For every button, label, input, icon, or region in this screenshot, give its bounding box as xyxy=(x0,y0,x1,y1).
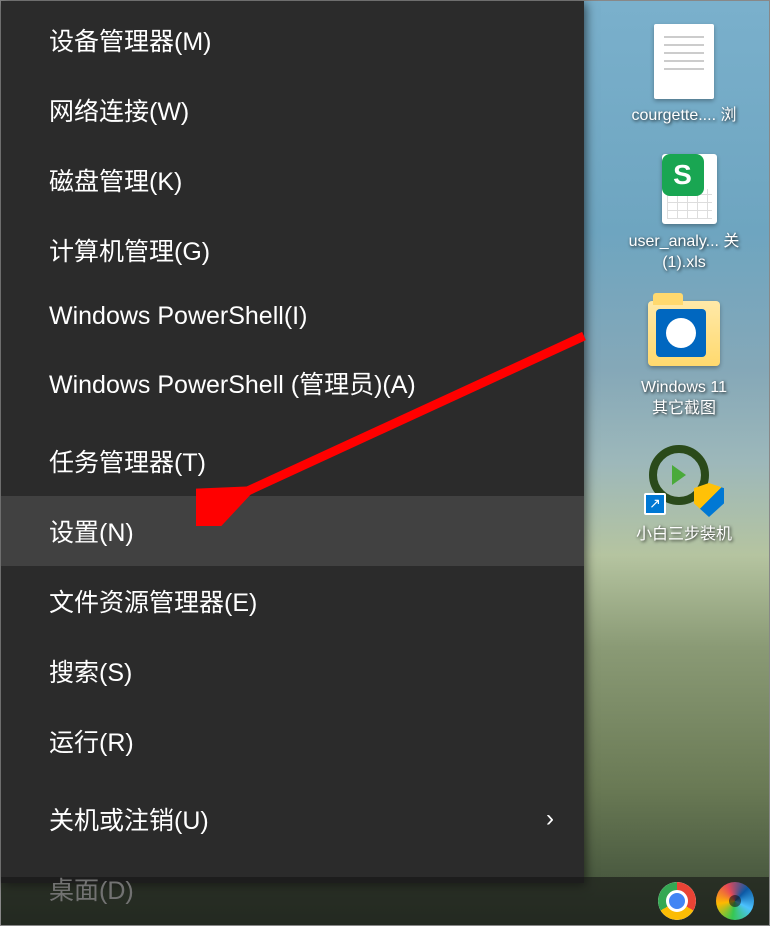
menu-item-label: 计算机管理(G) xyxy=(49,232,210,268)
menu-item-label: Windows PowerShell (管理员)(A) xyxy=(49,365,416,401)
menu-item-task-manager[interactable]: 任务管理器(T) xyxy=(1,426,584,496)
folder-icon xyxy=(648,293,720,373)
menu-item-label: 设置(N) xyxy=(49,513,134,549)
winx-context-menu: 设备管理器(M) 网络连接(W) 磁盘管理(K) 计算机管理(G) Window… xyxy=(1,1,584,883)
taskbar-edge-icon[interactable] xyxy=(716,882,754,920)
menu-item-search[interactable]: 搜索(S) xyxy=(1,636,584,706)
menu-item-label: 运行(R) xyxy=(49,723,134,759)
taskbar-chrome-icon[interactable] xyxy=(658,882,696,920)
menu-item-disk-management[interactable]: 磁盘管理(K) xyxy=(1,145,584,215)
desktop-icons-area: courgette.... 浏 S user_analy... 关 (1).xl… xyxy=(599,21,769,546)
menu-item-label: 网络连接(W) xyxy=(49,92,189,128)
menu-item-shutdown[interactable]: 关机或注销(U) › xyxy=(1,784,584,854)
menu-item-label: 设备管理器(M) xyxy=(49,22,211,58)
menu-item-network-connections[interactable]: 网络连接(W) xyxy=(1,75,584,145)
menu-item-label: 磁盘管理(K) xyxy=(49,162,182,198)
menu-item-settings[interactable]: 设置(N) xyxy=(1,496,584,566)
desktop-icon-xiaobai[interactable]: ↗ 小白三步装机 xyxy=(609,440,759,546)
xiaobai-icon: ↗ xyxy=(648,440,720,520)
menu-item-computer-management[interactable]: 计算机管理(G) xyxy=(1,215,584,285)
menu-item-file-explorer[interactable]: 文件资源管理器(E) xyxy=(1,566,584,636)
menu-item-label: 搜索(S) xyxy=(49,653,132,689)
menu-item-label: 关机或注销(U) xyxy=(49,801,209,837)
file-icon xyxy=(648,21,720,101)
menu-item-powershell-admin[interactable]: Windows PowerShell (管理员)(A) xyxy=(1,348,584,418)
desktop-icon-courgette[interactable]: courgette.... 浏 xyxy=(609,21,759,127)
menu-item-device-manager[interactable]: 设备管理器(M) xyxy=(1,5,584,75)
taskbar xyxy=(1,877,769,925)
menu-item-label: 任务管理器(T) xyxy=(49,443,206,479)
desktop-icon-label: courgette.... 浏 xyxy=(632,106,737,127)
desktop-icon-label: Windows 11 其它截图 xyxy=(641,378,727,420)
desktop-icon-label: user_analy... 关 (1).xls xyxy=(629,232,740,274)
menu-item-run[interactable]: 运行(R) xyxy=(1,706,584,776)
xls-icon: S xyxy=(648,147,720,227)
desktop-icon-user-analy[interactable]: S user_analy... 关 (1).xls xyxy=(609,147,759,274)
chevron-right-icon: › xyxy=(546,805,554,833)
menu-item-label: Windows PowerShell(I) xyxy=(49,302,307,331)
menu-item-label: 文件资源管理器(E) xyxy=(49,583,257,619)
desktop-icon-label: 小白三步装机 xyxy=(636,525,732,546)
menu-item-powershell[interactable]: Windows PowerShell(I) xyxy=(1,285,584,348)
desktop-icon-win11-folder[interactable]: Windows 11 其它截图 xyxy=(609,293,759,420)
